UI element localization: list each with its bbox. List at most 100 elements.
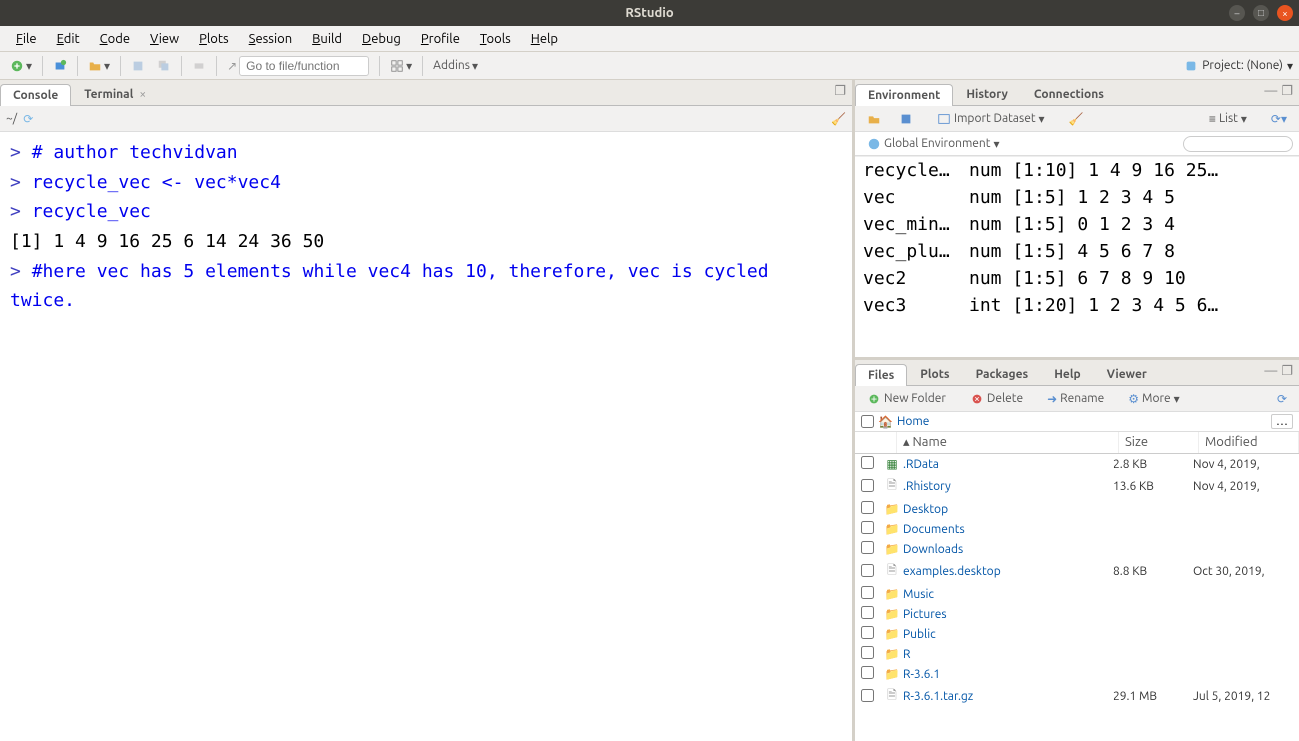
- console-settings-icon[interactable]: ⟳: [23, 112, 33, 126]
- env-search-input[interactable]: [1183, 136, 1293, 152]
- env-row[interactable]: vec3int [1:20] 1 2 3 4 5 6…: [855, 292, 1299, 319]
- clear-console-icon[interactable]: 🧹: [831, 112, 846, 126]
- menu-edit[interactable]: Edit: [49, 30, 88, 48]
- more-path-button[interactable]: …: [1271, 414, 1293, 429]
- load-workspace-button[interactable]: [861, 111, 887, 127]
- open-file-button[interactable]: ▾: [84, 57, 114, 75]
- clear-objects-button[interactable]: 🧹: [1063, 111, 1090, 127]
- file-row[interactable]: 📁Desktop: [855, 499, 1299, 519]
- file-row[interactable]: 📁R-3.6.1: [855, 664, 1299, 684]
- goto-file-input[interactable]: [239, 56, 369, 76]
- file-link[interactable]: examples.desktop: [903, 565, 1001, 578]
- env-row[interactable]: vecnum [1:5] 1 2 3 4 5: [855, 184, 1299, 211]
- env-list[interactable]: recycle…num [1:10] 1 4 9 16 25…vecnum [1…: [855, 156, 1299, 357]
- tab-files[interactable]: Files: [855, 364, 907, 386]
- file-row[interactable]: 🗎.Rhistory13.6 KBNov 4, 2019,: [855, 474, 1299, 499]
- tab-terminal[interactable]: Terminal×: [71, 83, 159, 105]
- file-checkbox[interactable]: [861, 479, 874, 492]
- menu-file[interactable]: File: [8, 30, 45, 48]
- file-checkbox[interactable]: [861, 689, 874, 702]
- home-icon[interactable]: 🏠: [878, 415, 893, 429]
- file-row[interactable]: 📁Downloads: [855, 539, 1299, 559]
- new-folder-button[interactable]: New Folder: [861, 391, 952, 407]
- file-link[interactable]: Music: [903, 588, 934, 601]
- file-row[interactable]: 📁Pictures: [855, 604, 1299, 624]
- menu-help[interactable]: Help: [523, 30, 566, 48]
- file-row[interactable]: 🗎examples.desktop8.8 KBOct 30, 2019,: [855, 559, 1299, 584]
- env-row[interactable]: vec_plu…num [1:5] 4 5 6 7 8: [855, 238, 1299, 265]
- file-checkbox[interactable]: [861, 626, 874, 639]
- refresh-env-button[interactable]: ⟳▾: [1265, 111, 1293, 127]
- pane-collapse-icon[interactable]: ❐: [834, 84, 846, 99]
- file-link[interactable]: R: [903, 648, 911, 661]
- file-link[interactable]: Public: [903, 628, 936, 641]
- menu-profile[interactable]: Profile: [413, 30, 468, 48]
- file-link[interactable]: Documents: [903, 523, 965, 536]
- goto-file-field[interactable]: ↗: [223, 54, 373, 78]
- menu-code[interactable]: Code: [92, 30, 138, 48]
- save-button[interactable]: [127, 57, 149, 75]
- file-checkbox[interactable]: [861, 521, 874, 534]
- new-file-button[interactable]: ▾: [6, 57, 36, 75]
- select-all-checkbox[interactable]: [861, 415, 874, 428]
- file-checkbox[interactable]: [861, 564, 874, 577]
- maximize-pane-icon[interactable]: ❐: [1281, 84, 1293, 99]
- file-row[interactable]: 📁R: [855, 644, 1299, 664]
- minimize-pane-icon[interactable]: —: [1264, 364, 1277, 379]
- file-link[interactable]: Downloads: [903, 543, 963, 556]
- tab-viewer[interactable]: Viewer: [1094, 363, 1160, 385]
- col-modified[interactable]: Modified: [1199, 432, 1299, 453]
- menu-debug[interactable]: Debug: [354, 30, 409, 48]
- addins-menu[interactable]: Addins ▾: [429, 57, 482, 75]
- rename-button[interactable]: ➜ Rename: [1041, 391, 1110, 407]
- file-row[interactable]: 🗎R-3.6.1.tar.gz29.1 MBJul 5, 2019, 12: [855, 684, 1299, 709]
- tab-console[interactable]: Console: [0, 84, 71, 106]
- save-workspace-button[interactable]: [893, 111, 919, 127]
- close-button[interactable]: ×: [1277, 5, 1293, 21]
- env-row[interactable]: vec2num [1:5] 6 7 8 9 10: [855, 265, 1299, 292]
- menu-build[interactable]: Build: [304, 30, 350, 48]
- menu-session[interactable]: Session: [241, 30, 300, 48]
- maximize-button[interactable]: □: [1253, 5, 1269, 21]
- menu-tools[interactable]: Tools: [472, 30, 519, 48]
- file-link[interactable]: R-3.6.1: [903, 668, 940, 681]
- view-list-button[interactable]: ≡ List ▾: [1203, 111, 1253, 127]
- file-checkbox[interactable]: [861, 606, 874, 619]
- tab-help[interactable]: Help: [1041, 363, 1093, 385]
- breadcrumb-home[interactable]: Home: [897, 415, 929, 428]
- col-name[interactable]: Name: [913, 435, 947, 449]
- tab-connections[interactable]: Connections: [1021, 83, 1117, 105]
- file-row[interactable]: 📁Public: [855, 624, 1299, 644]
- refresh-files-button[interactable]: ⟳: [1271, 391, 1293, 407]
- project-menu[interactable]: Project: (None) ▾: [1184, 59, 1293, 73]
- global-env-selector[interactable]: Global Environment ▾: [861, 136, 1006, 152]
- close-icon[interactable]: ×: [139, 88, 146, 101]
- tab-environment[interactable]: Environment: [855, 84, 953, 106]
- tab-history[interactable]: History: [953, 83, 1021, 105]
- file-row[interactable]: 📁Music: [855, 584, 1299, 604]
- file-link[interactable]: R-3.6.1.tar.gz: [903, 690, 973, 703]
- file-checkbox[interactable]: [861, 541, 874, 554]
- console-body[interactable]: > # author techvidvan> recycle_vec <- ve…: [0, 132, 852, 741]
- tab-plots[interactable]: Plots: [907, 363, 962, 385]
- file-checkbox[interactable]: [861, 646, 874, 659]
- file-checkbox[interactable]: [861, 666, 874, 679]
- import-dataset-button[interactable]: Import Dataset ▾: [931, 111, 1051, 127]
- more-button[interactable]: ⚙ More ▾: [1122, 391, 1185, 407]
- maximize-pane-icon[interactable]: ❐: [1281, 364, 1293, 379]
- file-checkbox[interactable]: [861, 586, 874, 599]
- tab-packages[interactable]: Packages: [963, 363, 1042, 385]
- minimize-pane-icon[interactable]: —: [1264, 84, 1277, 99]
- grid-view-button[interactable]: ▾: [386, 57, 416, 75]
- files-list[interactable]: ▦.RData2.8 KBNov 4, 2019,🗎.Rhistory13.6 …: [855, 454, 1299, 741]
- file-link[interactable]: Pictures: [903, 608, 947, 621]
- new-project-button[interactable]: [49, 57, 71, 75]
- env-row[interactable]: vec_min…num [1:5] 0 1 2 3 4: [855, 211, 1299, 238]
- menu-view[interactable]: View: [142, 30, 187, 48]
- menu-plots[interactable]: Plots: [191, 30, 237, 48]
- file-row[interactable]: 📁Documents: [855, 519, 1299, 539]
- env-row[interactable]: recycle…num [1:10] 1 4 9 16 25…: [855, 156, 1299, 184]
- print-button[interactable]: [188, 57, 210, 75]
- save-all-button[interactable]: [153, 57, 175, 75]
- col-size[interactable]: Size: [1119, 432, 1199, 453]
